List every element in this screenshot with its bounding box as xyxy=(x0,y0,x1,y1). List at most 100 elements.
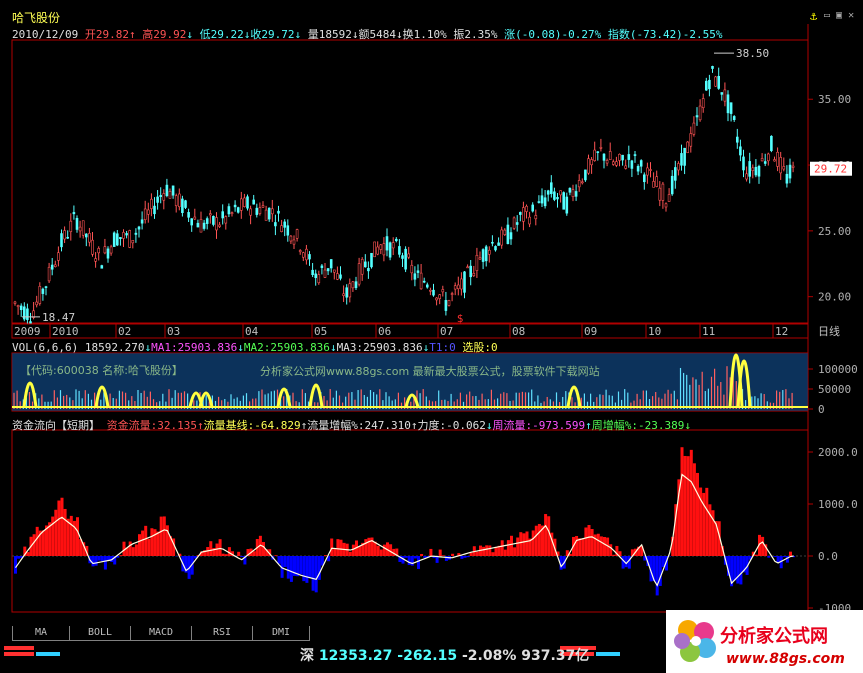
date-axis-label: 09 xyxy=(584,325,597,338)
candle-body xyxy=(491,241,494,244)
index-turnover: 937.37亿 xyxy=(521,648,590,664)
logo-url: www.88gs.com xyxy=(726,651,845,667)
candle-body xyxy=(236,207,240,213)
flow-bar xyxy=(460,556,464,559)
ma3-label: MA3: xyxy=(336,341,364,354)
candle-body xyxy=(422,280,426,283)
candle-body xyxy=(47,266,51,282)
candle-body xyxy=(230,212,234,215)
market-index[interactable]: 深 12353.27 -262.15 -2.08% 937.37亿 xyxy=(300,645,589,665)
week-label: 周流量: xyxy=(492,419,533,432)
last-price-tag: 29.72 xyxy=(814,163,847,176)
tab-macd[interactable]: MACD xyxy=(130,626,192,641)
candle-body xyxy=(116,233,119,246)
candle-body xyxy=(150,198,153,209)
candle-body xyxy=(515,222,519,225)
flow-bar xyxy=(680,447,684,556)
flow-bar xyxy=(141,530,145,556)
flow-bar xyxy=(237,551,241,556)
logo-title: 分析家公式网 xyxy=(720,626,828,647)
candle-body xyxy=(630,160,634,169)
candle-body xyxy=(264,209,268,221)
chart-canvas[interactable]: 35.0030.0025.0020.0038.5018.47$29.722009… xyxy=(0,0,863,673)
tab-dmi[interactable]: DMI xyxy=(252,626,310,641)
flow-bar xyxy=(584,527,588,556)
candle-body xyxy=(171,185,175,196)
candle-body xyxy=(453,285,457,290)
candle-body xyxy=(432,289,435,296)
candle-body xyxy=(590,159,593,166)
flow-bar xyxy=(494,546,498,556)
candle-body xyxy=(757,165,761,177)
candle-body xyxy=(205,218,209,224)
candle-body xyxy=(165,184,169,197)
force-label: 力度: xyxy=(417,419,447,432)
flow-bar xyxy=(66,518,70,556)
candle-body xyxy=(301,252,305,258)
market-label: 深 xyxy=(300,648,314,664)
candle-body xyxy=(277,210,280,214)
candle-body xyxy=(336,273,339,280)
flow-bar xyxy=(513,547,517,556)
flow-bar xyxy=(35,526,39,556)
flow-bar xyxy=(150,528,154,556)
ma1-value: 25903.836 xyxy=(177,341,238,354)
flow-bar xyxy=(466,556,470,558)
flow-bar xyxy=(441,555,445,556)
candle-body xyxy=(655,176,659,187)
candle-body xyxy=(760,158,764,162)
force-value: -0.062 xyxy=(446,419,486,432)
index-change-value: -262.15 xyxy=(397,648,458,664)
flow-bar xyxy=(404,556,408,558)
candle-body xyxy=(53,264,57,267)
candle-body xyxy=(556,197,559,200)
candle-body xyxy=(559,190,562,196)
flow-bar xyxy=(683,455,687,556)
week-growth-value: -23.389 xyxy=(637,419,685,432)
tab-rsi[interactable]: RSI xyxy=(191,626,253,641)
candle-body xyxy=(438,294,442,299)
flow-bar xyxy=(506,540,510,556)
candle-body xyxy=(147,209,150,215)
flow-bar xyxy=(599,536,603,556)
candle-body xyxy=(240,198,243,211)
flow-bar xyxy=(537,523,541,556)
candle-body xyxy=(218,224,221,227)
candle-body xyxy=(680,153,683,166)
flow-bar xyxy=(41,530,45,556)
flow-bar xyxy=(503,549,507,556)
flow-bar xyxy=(739,556,743,585)
candle-body xyxy=(140,219,144,224)
flow-bar xyxy=(444,556,448,561)
tab-ma[interactable]: MA xyxy=(12,626,70,641)
pinwheel-icon xyxy=(674,620,716,662)
candle-body xyxy=(308,254,311,260)
candle-body xyxy=(546,190,550,195)
flow-bar xyxy=(469,552,473,556)
candle-body xyxy=(782,166,786,170)
flow-bar xyxy=(621,556,625,569)
index-value: 12353.27 xyxy=(318,648,393,664)
flow-bar xyxy=(159,516,163,556)
candle-body xyxy=(646,167,649,176)
flow-bars xyxy=(14,447,796,596)
flow-bar xyxy=(91,556,95,567)
flow-bar xyxy=(262,542,265,556)
tab-boll[interactable]: BOLL xyxy=(69,626,131,641)
candle-body xyxy=(379,244,383,250)
candle-body xyxy=(261,205,265,208)
candle-body xyxy=(187,212,190,218)
candle-body xyxy=(466,266,469,269)
candle-body xyxy=(447,300,451,306)
candle-body xyxy=(363,261,367,268)
candle-body xyxy=(404,248,407,270)
flow-name: 资金流向【短期】 xyxy=(12,419,100,432)
flow-bar xyxy=(525,531,529,556)
flow-bar xyxy=(510,535,513,556)
flow-bar xyxy=(389,544,393,556)
flow-bar xyxy=(534,525,538,556)
candle-body xyxy=(320,265,324,268)
flow-bar xyxy=(754,554,758,556)
flow-value: 32.135 xyxy=(157,419,197,432)
candle-body xyxy=(382,243,386,256)
